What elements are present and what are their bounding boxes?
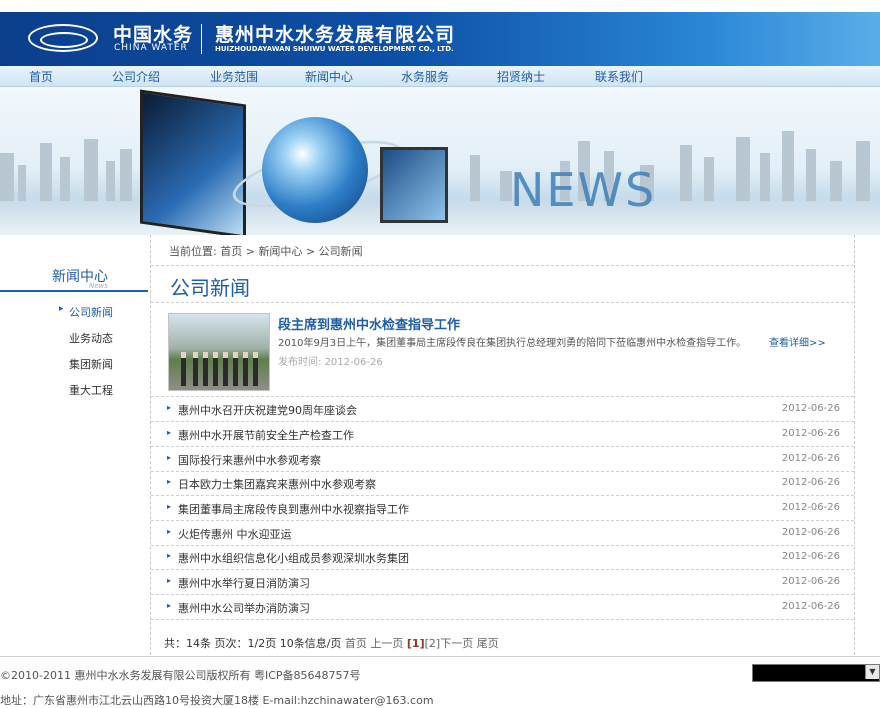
- news-date: 2012-06-26: [781, 527, 840, 538]
- news-title[interactable]: 惠州中水组织信息化小组成员参观深圳水务集团: [178, 550, 409, 566]
- company-name-chinese: 惠州中水水务发展有限公司: [215, 24, 456, 46]
- date-value: 2012-06-26: [324, 357, 383, 368]
- news-list-item[interactable]: ▸ 惠州中水组织信息化小组成员参观深圳水务集团 2012-06-26: [151, 545, 854, 570]
- news-list-item[interactable]: ▸ 惠州中水召开庆祝建党90周年座谈会 2012-06-26: [151, 397, 854, 422]
- pager-prev[interactable]: 上一页: [370, 637, 403, 650]
- news-date: 2012-06-26: [781, 502, 840, 513]
- news-date: 2012-06-26: [781, 453, 840, 464]
- sidebar-divider: [0, 290, 148, 292]
- bullet-icon: ▸: [167, 477, 172, 486]
- bullet-icon: ▸: [167, 527, 172, 536]
- featured-news-desc: 2010年9月3日上午，集团董事局主席段传良在集团执行总经理刘勇的陪同下莅临惠州…: [278, 338, 747, 349]
- globe-icon: [262, 117, 368, 223]
- news-title[interactable]: 惠州中水开展节前安全生产检查工作: [178, 427, 354, 443]
- nav-item-home[interactable]: 首页: [29, 68, 53, 85]
- breadcrumb-news[interactable]: 新闻中心: [258, 245, 302, 258]
- sidebar-item-company-news[interactable]: 公司新闻: [59, 304, 113, 320]
- nav-item-careers[interactable]: 招贤纳士: [497, 68, 545, 85]
- pagination: 共：14条 页次：1/2页 10条信息/页 首页 上一页 [1][2]下一页 尾…: [164, 635, 499, 651]
- chevron-down-icon[interactable]: ▼: [865, 665, 879, 679]
- breadcrumb: 当前位置: 首页 > 新闻中心 > 公司新闻: [169, 243, 363, 259]
- breadcrumb-current[interactable]: 公司新闻: [319, 245, 363, 258]
- footer-copyright: ©2010-2011 惠州中水水务发展有限公司版权所有 粤ICP备8564875…: [0, 669, 361, 682]
- pager-current-page: [1]: [406, 637, 425, 650]
- news-list-item[interactable]: ▸ 惠州中水公司举办消防演习 2012-06-26: [151, 595, 854, 620]
- news-date: 2012-06-26: [781, 477, 840, 488]
- bullet-icon: ▸: [167, 453, 172, 462]
- news-list-item[interactable]: ▸ 火炬传惠州 中水迎亚运 2012-06-26: [151, 521, 854, 546]
- nav-item-news[interactable]: 新闻中心: [305, 68, 353, 85]
- logo-divider: [201, 24, 202, 54]
- featured-news-image[interactable]: [168, 313, 270, 391]
- chevron-right-icon: >: [245, 245, 259, 258]
- nav-item-about[interactable]: 公司介绍: [112, 68, 160, 85]
- news-list-item[interactable]: ▸ 日本欧力士集团嘉宾来惠州中水参观考察 2012-06-26: [151, 471, 854, 496]
- sidebar-item-major-projects[interactable]: 重大工程: [69, 382, 113, 398]
- monitor-image: [140, 89, 246, 235]
- read-more-link[interactable]: 查看详细>>: [769, 334, 826, 349]
- bullet-icon: ▸: [167, 576, 172, 585]
- news-banner: NEWS: [0, 87, 880, 235]
- news-list-item[interactable]: ▸ 国际投行来惠州中水参观考察 2012-06-26: [151, 447, 854, 472]
- pager-total: 共：14条: [164, 637, 211, 650]
- divider: [151, 302, 854, 303]
- news-list-item[interactable]: ▸ 惠州中水开展节前安全生产检查工作 2012-06-26: [151, 422, 854, 447]
- pager-per-page: 10条信息/页: [279, 637, 342, 650]
- featured-news-date: 发布时间: 2012-06-26: [278, 353, 383, 368]
- company-name-english: HUIZHOUDAYAWAN SHUIWU WATER DEVELOPMENT …: [215, 45, 454, 53]
- bullet-icon: ▸: [167, 551, 172, 560]
- nav-item-services[interactable]: 水务服务: [401, 68, 449, 85]
- sidebar-subtitle: News: [89, 282, 108, 290]
- news-title[interactable]: 日本欧力士集团嘉宾来惠州中水参观考察: [178, 476, 376, 492]
- china-water-logo-icon[interactable]: [28, 24, 98, 52]
- news-title[interactable]: 火炬传惠州 中水迎亚运: [178, 526, 292, 542]
- sidebar-item-group-news[interactable]: 集团新闻: [69, 356, 113, 372]
- nav-item-contact[interactable]: 联系我们: [595, 68, 643, 85]
- news-title[interactable]: 惠州中水召开庆祝建党90周年座谈会: [178, 402, 357, 418]
- main-content: 当前位置: 首页 > 新闻中心 > 公司新闻 公司新闻 段主席到惠州中水检查指导…: [150, 235, 855, 655]
- monitor-image-small: [380, 147, 448, 223]
- news-date: 2012-06-26: [781, 576, 840, 587]
- logo-english-text: CHINA WATER: [114, 43, 188, 53]
- date-label: 发布时间:: [278, 357, 322, 368]
- site-header: 中国水务 CHINA WATER 惠州中水水务发展有限公司 HUIZHOUDAY…: [0, 0, 880, 66]
- news-title[interactable]: 惠州中水举行夏日消防演习: [178, 575, 310, 591]
- news-title[interactable]: 惠州中水公司举办消防演习: [178, 600, 310, 616]
- news-list-item[interactable]: ▸ 集团董事局主席段传良到惠州中水视察指导工作 2012-06-26: [151, 496, 854, 521]
- breadcrumb-home[interactable]: 首页: [220, 245, 242, 258]
- news-date: 2012-06-26: [781, 403, 840, 414]
- bullet-icon: ▸: [167, 601, 172, 610]
- news-list-item[interactable]: ▸ 惠州中水举行夏日消防演习 2012-06-26: [151, 570, 854, 595]
- main-nav: 首页 公司介绍 业务范围 新闻中心 水务服务 招贤纳士 联系我们: [0, 66, 880, 87]
- featured-news-title[interactable]: 段主席到惠州中水检查指导工作: [278, 314, 460, 333]
- nav-item-business[interactable]: 业务范围: [210, 68, 258, 85]
- banner-news-text: NEWS: [510, 163, 657, 217]
- page-title: 公司新闻: [170, 276, 250, 300]
- pager-last[interactable]: 尾页: [477, 637, 499, 650]
- sidebar-item-business-news[interactable]: 业务动态: [69, 330, 113, 346]
- bullet-icon: ▸: [167, 502, 172, 511]
- bullet-icon: ▸: [167, 428, 172, 437]
- pager-page-2[interactable]: [2]: [425, 637, 441, 650]
- news-date: 2012-06-26: [781, 428, 840, 439]
- news-title[interactable]: 国际投行来惠州中水参观考察: [178, 452, 321, 468]
- footer-divider: [0, 656, 880, 657]
- bullet-icon: ▸: [167, 403, 172, 412]
- header-top-band: [0, 0, 880, 12]
- news-date: 2012-06-26: [781, 551, 840, 562]
- news-title[interactable]: 集团董事局主席段传良到惠州中水视察指导工作: [178, 501, 409, 517]
- news-date: 2012-06-26: [781, 601, 840, 612]
- chevron-right-icon: >: [305, 245, 319, 258]
- pager-next[interactable]: 下一页: [440, 637, 473, 650]
- pager-first[interactable]: 首页: [345, 637, 367, 650]
- pager-pages: 页次：1/2页: [214, 637, 277, 650]
- breadcrumb-prefix: 当前位置:: [169, 245, 217, 258]
- footer-link-select[interactable]: ▼: [752, 664, 880, 682]
- divider: [151, 265, 854, 266]
